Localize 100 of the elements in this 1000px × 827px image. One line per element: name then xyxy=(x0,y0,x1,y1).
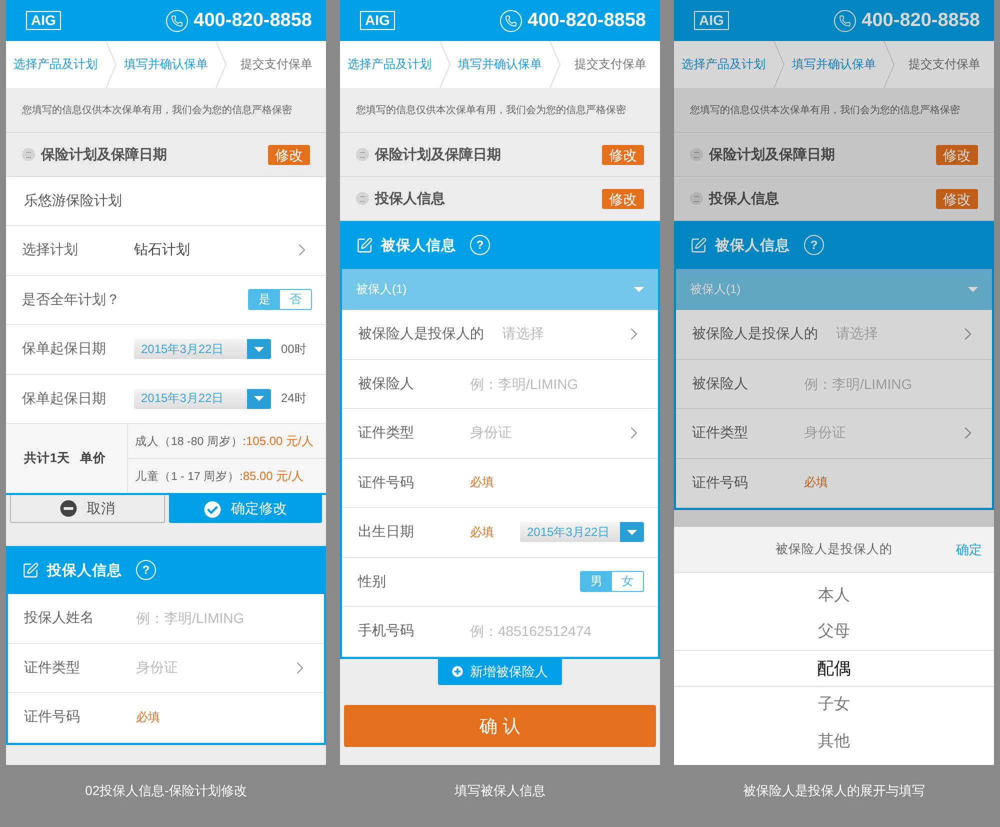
hour-label: 00时 xyxy=(281,340,306,358)
plan-name: 乐悠游保险计划 xyxy=(6,177,326,226)
required-note: 必填 xyxy=(136,708,160,726)
group-header[interactable]: 被保人(1) xyxy=(676,269,992,310)
screen-caption: 填写被保人信息 xyxy=(454,782,546,800)
edit-button[interactable]: 修改 xyxy=(268,144,310,164)
select-placeholder: 身份证 xyxy=(136,658,178,677)
field-label: 保单起保日期 xyxy=(22,340,107,358)
select-row[interactable]: 选择计划 钻石计划 xyxy=(6,226,326,276)
step-separator xyxy=(772,41,785,88)
edit-button[interactable]: 修改 xyxy=(936,144,978,164)
help-icon[interactable]: ? xyxy=(470,235,490,255)
group-title: 被保人(1) xyxy=(356,281,407,298)
phone-icon xyxy=(166,10,188,32)
progress-step: 提交支付保单 xyxy=(561,56,660,73)
edit-icon xyxy=(690,236,707,254)
field-label: 出生日期 xyxy=(358,523,415,542)
field-label: 投保人姓名 xyxy=(24,609,95,628)
hour-label: 24时 xyxy=(281,390,306,408)
confirm-link[interactable]: 确定 xyxy=(956,540,982,558)
price-value: 85.00 元/人 xyxy=(242,468,304,484)
toggle-option[interactable]: 是 xyxy=(249,290,280,310)
date-picker[interactable]: 2015年3月22日 xyxy=(134,388,271,409)
edit-button[interactable]: 修改 xyxy=(602,144,644,164)
section-title: 投保人信息 xyxy=(375,190,446,208)
field-label: 选择计划 xyxy=(22,241,79,260)
phone-icon xyxy=(834,10,856,32)
step-separator xyxy=(438,41,451,88)
input-field[interactable]: 例：485162512474 xyxy=(470,623,640,640)
select-row[interactable]: 证件类型 身份证 xyxy=(8,644,324,693)
confirm-button[interactable]: 确 认 xyxy=(344,704,656,746)
cancel-button[interactable]: 取消 xyxy=(10,495,165,523)
select-placeholder: 身份证 xyxy=(470,424,512,442)
select-placeholder: 请选择 xyxy=(502,325,544,344)
field-label: 证件类型 xyxy=(24,658,81,677)
input-field[interactable]: 例：李明/LIMING xyxy=(470,376,640,392)
progress-step: 选择产品及计划 xyxy=(340,56,439,73)
caret-icon xyxy=(620,522,644,542)
list-icon xyxy=(356,192,369,205)
date-picker[interactable]: 2015年3月22日 xyxy=(520,522,644,542)
group-title: 被保人(1) xyxy=(690,281,741,298)
price-label: 成人（18 -80 周岁）: xyxy=(135,434,246,448)
picker-option[interactable]: 配偶 xyxy=(674,650,994,686)
field-label: 性别 xyxy=(358,572,387,591)
caret-icon xyxy=(968,287,978,292)
toggle-option[interactable]: 男 xyxy=(581,572,612,592)
picker-title: 被保险人是投保人的 xyxy=(776,541,892,558)
field-label: 是否全年计划？ xyxy=(22,290,120,309)
field-label: 被保险人 xyxy=(358,374,415,393)
field-label: 证件号码 xyxy=(24,708,81,726)
hotline-number: 400-820-8858 xyxy=(528,10,646,32)
add-insured-button[interactable]: 新增被保险人 xyxy=(438,658,562,684)
progress-step: 选择产品及计划 xyxy=(6,56,105,73)
step-separator xyxy=(883,41,896,88)
caret-icon xyxy=(247,339,271,360)
section-title: 被保人信息 xyxy=(381,236,456,254)
progress-step: 填写并确认保单 xyxy=(116,56,216,73)
input-field[interactable]: 例：李明/LIMING xyxy=(804,376,974,392)
help-icon[interactable]: ? xyxy=(804,235,824,255)
edit-icon xyxy=(22,562,39,578)
field-label: 被保险人是投保人的 xyxy=(358,325,484,344)
section-title: 被保人信息 xyxy=(715,236,790,254)
brand-logo: AIG xyxy=(694,11,729,30)
date-picker[interactable]: 2015年3月22日 xyxy=(134,339,271,360)
price-value: 105.00 元/人 xyxy=(246,432,314,450)
edit-button[interactable]: 修改 xyxy=(602,188,644,208)
brand-logo: AIG xyxy=(360,11,395,30)
field-label: 证件类型 xyxy=(692,424,749,442)
input-field[interactable]: 例：李明/LIMING xyxy=(136,610,306,626)
edit-button[interactable]: 修改 xyxy=(936,188,978,208)
required-note: 必填 xyxy=(470,524,494,541)
section-title: 保险计划及保障日期 xyxy=(375,146,502,164)
privacy-notice: 您填写的信息仅供本次保单有用，我们会为您的信息严格保密 xyxy=(6,88,326,133)
field-label: 被保险人 xyxy=(692,374,749,393)
summary-label: 共计1天 xyxy=(24,450,70,467)
step-separator xyxy=(215,41,228,88)
select-value: 钻石计划 xyxy=(134,241,190,260)
progress-step: 填写并确认保单 xyxy=(784,56,884,73)
section-title: 投保人信息 xyxy=(47,562,122,580)
group-header[interactable]: 被保人(1) xyxy=(342,269,658,310)
required-note: 必填 xyxy=(470,474,494,492)
progress-step: 选择产品及计划 xyxy=(674,56,773,73)
phone-icon xyxy=(500,10,522,32)
select-placeholder: 身份证 xyxy=(804,424,846,442)
edit-icon xyxy=(356,236,373,254)
hotline-number: 400-820-8858 xyxy=(194,10,312,32)
confirm-button[interactable]: 确定修改 xyxy=(169,495,322,523)
brand-logo: AIG xyxy=(26,11,61,30)
privacy-notice: 您填写的信息仅供本次保单有用，我们会为您的信息严格保密 xyxy=(340,88,660,133)
hotline-number: 400-820-8858 xyxy=(862,10,980,32)
section-title: 投保人信息 xyxy=(709,190,780,208)
list-icon xyxy=(690,192,703,205)
privacy-notice: 您填写的信息仅供本次保单有用，我们会为您的信息严格保密 xyxy=(674,88,994,133)
list-icon xyxy=(690,148,703,161)
screen-caption: 02投保人信息-保险计划修改 xyxy=(84,782,248,800)
step-separator xyxy=(104,41,117,88)
step-separator xyxy=(549,41,562,88)
progress-step: 提交支付保单 xyxy=(895,56,994,73)
help-icon[interactable]: ? xyxy=(136,560,156,580)
select-placeholder: 请选择 xyxy=(836,325,878,344)
